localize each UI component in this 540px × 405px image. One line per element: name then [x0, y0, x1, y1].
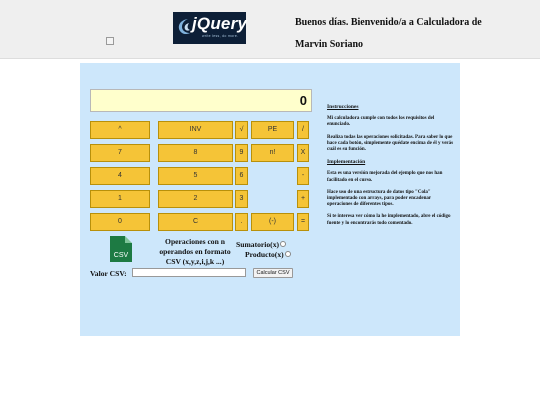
broken-image-icon: [106, 37, 114, 45]
key-9[interactable]: 9: [235, 144, 248, 162]
key-pe[interactable]: PE: [251, 121, 294, 139]
key-3[interactable]: 3: [235, 190, 248, 208]
key-5[interactable]: 5: [158, 167, 233, 185]
key-power[interactable]: ^: [90, 121, 150, 139]
key-clear[interactable]: C: [158, 213, 233, 231]
implementation-heading: Implementación: [327, 159, 366, 166]
key-factorial[interactable]: n!: [251, 144, 294, 162]
key-equals[interactable]: =: [297, 213, 309, 231]
csv-operations-description: Operaciones con n operandos en formato C…: [154, 237, 236, 267]
key-sqrt[interactable]: √: [235, 121, 248, 139]
implementation-p1: Esta es una versión mejorada del ejemplo…: [327, 171, 443, 183]
key-6[interactable]: 6: [235, 167, 248, 185]
instructions-p2: Realiza todas las operaciones solicitada…: [327, 134, 454, 153]
calculator-panel: 0 ^ INV √ PE / 7 8 9 n! X 4 5 6 - 1 2 3 …: [80, 63, 460, 336]
instructions-p1: Mi calculadora cumple con todos los requ…: [327, 116, 435, 128]
key-divide[interactable]: /: [297, 121, 309, 139]
calculator-display: 0: [90, 89, 312, 112]
logo-text: jQuery: [192, 14, 248, 33]
greeting-line-2: Marvin Soriano: [295, 39, 364, 50]
sum-option: Sumatorio(x): [236, 240, 287, 250]
implementation-p2: Hace uso de una estructura de datos tipo…: [327, 189, 431, 208]
csv-file-icon: CSV: [110, 236, 132, 262]
key-0[interactable]: 0: [90, 213, 150, 231]
jquery-logo[interactable]: jQuery write less, do more.: [173, 12, 248, 44]
ops-line-3: CSV (x,y,z,i,j,k ...): [165, 257, 225, 266]
product-option: Producto(x): [245, 250, 291, 260]
sum-radio[interactable]: [280, 241, 287, 248]
instructions-heading: Instrucciones: [327, 104, 359, 110]
key-multiply[interactable]: X: [297, 144, 309, 162]
key-decimal[interactable]: .: [235, 213, 248, 231]
key-8[interactable]: 8: [158, 144, 233, 162]
csv-value-input[interactable]: [132, 268, 246, 277]
logo-subtext: write less, do more.: [202, 34, 239, 38]
sum-label: Sumatorio(x): [236, 240, 280, 249]
header: jQuery write less, do more. Buenos días.…: [0, 0, 540, 59]
ops-line-1: Operaciones con n: [165, 237, 225, 246]
info-column: Instrucciones Mi calculadora cumple con …: [327, 104, 455, 233]
key-1[interactable]: 1: [90, 190, 150, 208]
key-inv[interactable]: INV: [158, 121, 233, 139]
key-2[interactable]: 2: [158, 190, 233, 208]
product-label: Producto(x): [245, 250, 284, 259]
key-4[interactable]: 4: [90, 167, 150, 185]
product-radio[interactable]: [284, 251, 291, 258]
csv-value-label: Valor CSV:: [90, 269, 127, 278]
key-plus[interactable]: +: [297, 190, 309, 208]
greeting-line-1: Buenos días. Bienvenido/a a Calculadora …: [295, 17, 482, 28]
key-negate[interactable]: (-): [251, 213, 294, 231]
csv-icon-label: CSV: [113, 252, 129, 259]
ops-line-2: operandos en formato: [159, 247, 231, 256]
jquery-swirl-icon: [178, 19, 190, 35]
csv-file-fold: [125, 236, 132, 243]
key-7[interactable]: 7: [90, 144, 150, 162]
implementation-p3: Si te interesa ver cómo la he implementa…: [327, 214, 451, 226]
key-minus[interactable]: -: [297, 167, 309, 185]
calculate-csv-button[interactable]: Calcular CSV: [253, 268, 293, 278]
greeting: Buenos días. Bienvenido/a a Calculadora …: [295, 12, 535, 56]
